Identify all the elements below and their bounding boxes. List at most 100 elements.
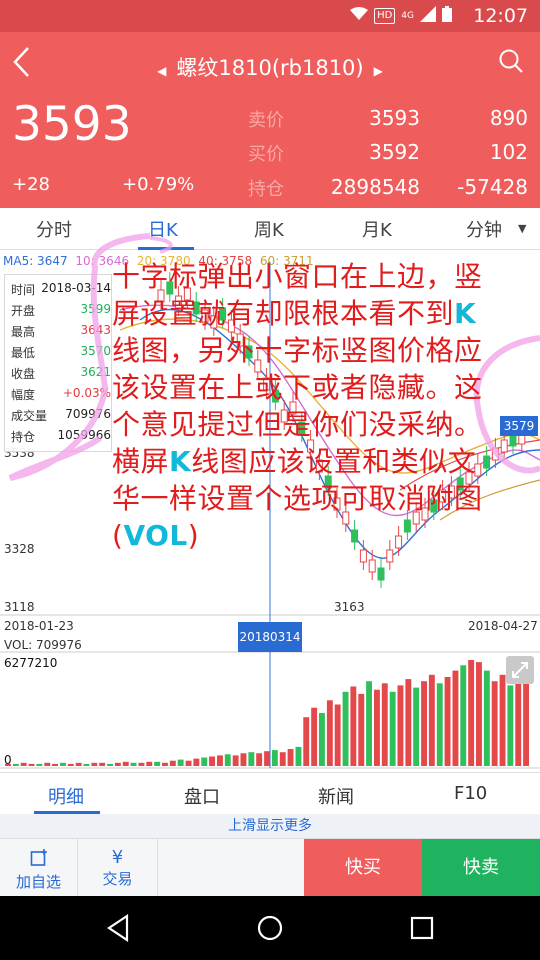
volume-bar [326, 700, 333, 766]
volume-bar [303, 717, 310, 766]
popup-row-label: 最高 [11, 325, 36, 339]
status-time: 12:07 [473, 5, 528, 27]
volume-bar [515, 670, 522, 766]
swipe-up-hint[interactable]: 上滑显示更多 [0, 814, 540, 838]
bid-volume: 102 [489, 140, 528, 164]
quick-sell-button[interactable]: 快卖 [422, 839, 540, 897]
volume-bar [428, 674, 435, 766]
volume-bar [67, 763, 74, 766]
volume-bar [444, 677, 451, 766]
status-icons: HD 4G [350, 6, 452, 26]
chart-tabs: 分时 日K 周K 月K 分钟 ▼ [0, 208, 540, 250]
volume-bar [405, 679, 412, 766]
volume-bar [334, 704, 341, 766]
volume-bar [319, 713, 325, 766]
popup-row-value: 3621 [80, 365, 111, 379]
popup-row-value: 3570 [80, 344, 111, 358]
popup-row-value: 3599 [80, 302, 111, 316]
volume-bar [397, 685, 404, 766]
volume-zero-label: 0 [4, 753, 12, 767]
popup-row-value: 709976 [65, 407, 111, 421]
nav-back-icon[interactable] [106, 913, 130, 946]
open-interest-change: -57428 [457, 175, 528, 199]
volume-bar [185, 760, 192, 766]
candle-body [377, 567, 385, 581]
tab-weekly-k[interactable]: 周K [254, 216, 284, 242]
volume-bar [240, 753, 247, 766]
tab-detail[interactable]: 明细 [48, 783, 84, 809]
chevron-down-icon[interactable]: ▼ [518, 222, 526, 235]
search-icon[interactable] [498, 48, 524, 78]
ma5-label: MA5: 3647 [3, 254, 68, 268]
open-interest-label: 持仓 [248, 179, 284, 200]
volume-bar [248, 752, 255, 766]
volume-bar [342, 691, 349, 766]
volume-bar [28, 763, 35, 766]
open-interest: 2898548 [330, 175, 420, 199]
wifi-icon [350, 7, 369, 25]
popup-row-label: 时间 [11, 283, 36, 297]
volume-bar [499, 674, 506, 766]
price-axis-label-mid: 3328 [4, 542, 35, 556]
action-bar: 加自选 ¥ 交易 快买 快卖 [0, 838, 540, 897]
volume-bar [389, 691, 396, 766]
volume-bar [350, 686, 357, 766]
volume-bar [523, 679, 529, 766]
volume-bar [169, 760, 176, 766]
volume-bar [12, 763, 19, 766]
volume-bar [44, 762, 51, 766]
popup-row-label: 开盘 [11, 304, 36, 318]
hd-badge: HD [374, 8, 396, 24]
volume-bar [209, 756, 215, 766]
candle-body [491, 447, 499, 461]
cursor-date-tag: 20180314 [238, 622, 302, 652]
volume-bar [256, 753, 263, 766]
volume-bar [491, 681, 498, 766]
volume-bar [287, 749, 294, 766]
tab-monthly-k[interactable]: 月K [362, 216, 392, 242]
volume-bar [130, 762, 137, 766]
tab-minute[interactable]: 分钟 [466, 216, 502, 242]
volume-bar [60, 762, 66, 766]
instrument-title: ◀ 螺纹1810(rb1810) ▶ [0, 52, 540, 82]
add-watchlist-button[interactable]: 加自选 [0, 839, 78, 897]
candle-body [368, 559, 376, 573]
network-type: 4G [401, 11, 414, 21]
volume-bar [460, 665, 467, 766]
next-instrument-icon[interactable]: ▶ [374, 64, 383, 78]
price-change: +28 [12, 174, 50, 195]
expand-icon[interactable] [506, 656, 534, 684]
popup-row-label: 持仓 [11, 430, 36, 444]
battery-icon [442, 6, 452, 26]
volume-bar [107, 763, 113, 766]
prev-instrument-icon[interactable]: ◀ [157, 64, 166, 78]
volume-bar [193, 758, 200, 766]
trade-button[interactable]: ¥ 交易 [78, 839, 158, 897]
price-change-pct: +0.79% [122, 174, 195, 195]
volume-bar [507, 685, 514, 766]
volume-bar [99, 762, 106, 766]
popup-row-value: 3643 [80, 323, 111, 337]
volume-bar [381, 683, 388, 766]
volume-bars [5, 660, 529, 766]
tab-daily-k[interactable]: 日K [148, 216, 178, 242]
nav-home-icon[interactable] [257, 915, 283, 945]
volume-bar [36, 763, 43, 766]
volume-bar [421, 681, 427, 766]
annotation-k2: K [169, 445, 192, 478]
instrument-name: 螺纹1810(rb1810) [176, 56, 364, 80]
tab-orderbook[interactable]: 盘口 [184, 783, 220, 809]
tab-news[interactable]: 新闻 [318, 783, 354, 809]
annotation-k1: K [454, 297, 477, 330]
volume-bar [483, 670, 490, 766]
tab-intraday[interactable]: 分时 [36, 216, 72, 242]
volume-bar [91, 762, 98, 766]
volume-bar [264, 751, 270, 766]
trade-label: 交易 [102, 870, 133, 888]
volume-bar [279, 752, 286, 766]
volume-bar [476, 662, 482, 766]
quick-buy-button[interactable]: 快买 [304, 839, 422, 897]
nav-recents-icon[interactable] [410, 916, 434, 944]
detail-tabs: 明细 盘口 新闻 F10 [0, 772, 540, 814]
tab-f10[interactable]: F10 [454, 783, 487, 804]
